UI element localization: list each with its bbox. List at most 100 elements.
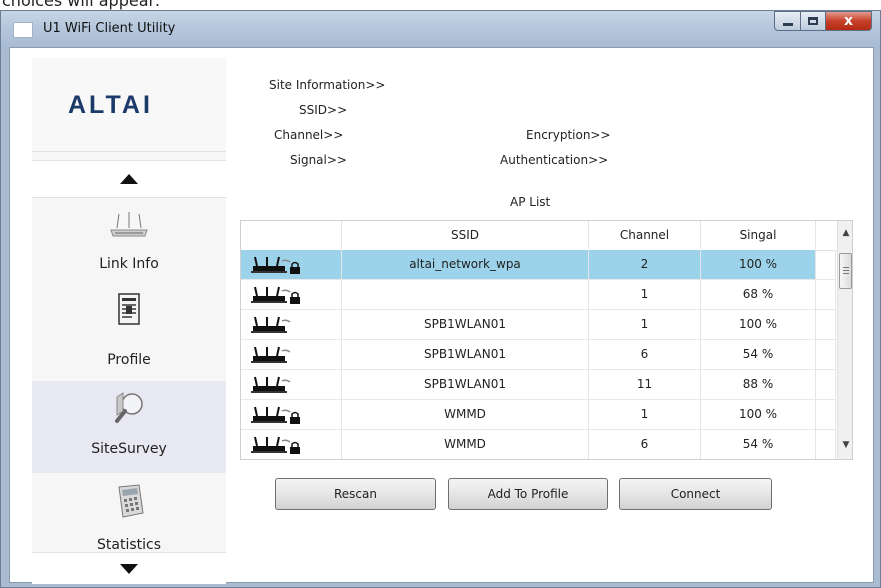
padding-cell (816, 370, 836, 399)
router-cell (241, 340, 342, 369)
ssid-label: SSID>> (299, 103, 348, 117)
sidebar-item-link-info[interactable]: Link Info (32, 196, 226, 288)
channel-cell: 1 (589, 400, 701, 429)
maximize-button[interactable] (800, 11, 826, 31)
sidebar: ALTAI Link Info Profile SiteSurvey Stati… (32, 58, 226, 584)
router-lock-icon (251, 406, 300, 424)
encryption-label: Encryption>> (526, 128, 611, 142)
close-button[interactable]: x (825, 11, 872, 31)
router-glyph-part (281, 259, 291, 263)
nav-scroll-down-button[interactable] (32, 552, 226, 584)
channel-label: Channel>> (274, 128, 344, 142)
channel-cell: 1 (589, 310, 701, 339)
sidebar-item-sitesurvey[interactable]: SiteSurvey (32, 381, 226, 473)
connect-button[interactable]: Connect (619, 478, 772, 510)
maximize-icon (808, 17, 818, 25)
grip-line (843, 273, 849, 274)
router-icon (251, 346, 291, 363)
signal-cell: 100 % (701, 400, 816, 429)
router-glyph-part (254, 316, 258, 327)
padding-cell (816, 280, 836, 309)
signal-label: Signal>> (290, 153, 347, 167)
sidebar-item-profile[interactable]: Profile (32, 288, 226, 380)
triangle-down-icon (120, 564, 138, 574)
magnifier-icon (115, 392, 143, 423)
router-cell (241, 370, 342, 399)
router-glyph-part (281, 439, 291, 443)
padding-cell (816, 340, 836, 369)
scroll-up-arrow-icon[interactable]: ▲ (838, 225, 852, 241)
scroll-down-arrow-icon[interactable]: ▼ (838, 437, 852, 453)
router-cell (241, 310, 342, 339)
document-icon (118, 293, 140, 325)
add-to-profile-button[interactable]: Add To Profile (448, 478, 608, 510)
app-window: U1 WiFi Client Utility x ALTAI Link Info… (0, 10, 881, 588)
site-information-heading: Site Information>> (269, 78, 386, 92)
sidebar-item-label: SiteSurvey (91, 441, 167, 457)
rescan-button[interactable]: Rescan (275, 478, 436, 510)
signal-cell: 88 % (701, 370, 816, 399)
ssid-cell: SPB1WLAN01 (342, 340, 589, 369)
lock-icon (290, 291, 300, 304)
ap-list-table: SSID Channel Singal altai_network_wpa 2 … (240, 220, 853, 460)
padding-cell (816, 430, 836, 459)
router-glyph-part (281, 349, 291, 353)
lock-icon (290, 441, 300, 454)
table-row[interactable]: SPB1WLAN01 6 54 % (241, 340, 836, 370)
router-glyph-part (254, 436, 258, 447)
table-row[interactable]: 1 68 % (241, 280, 836, 310)
router-icon (251, 376, 291, 393)
router-glyph-part (251, 331, 287, 333)
router-glyph-part (254, 256, 258, 267)
router-glyph-part (276, 376, 280, 387)
router-glyph-part (254, 346, 258, 357)
calculator-icon (118, 484, 144, 518)
router-glyph-part (251, 301, 287, 303)
ssid-cell (342, 280, 589, 309)
router-glyph-part (254, 406, 258, 417)
table-row[interactable]: WMMD 6 54 % (241, 430, 836, 459)
column-header-channel[interactable]: Channel (589, 221, 701, 250)
router-glyph-part (276, 406, 280, 417)
grip-line (843, 267, 849, 268)
triangle-up-icon (120, 174, 138, 184)
channel-cell: 11 (589, 370, 701, 399)
sidebar-item-label: Link Info (99, 256, 159, 272)
table-row[interactable]: SPB1WLAN01 1 100 % (241, 310, 836, 340)
sidebar-item-label: Profile (107, 352, 151, 368)
client-area: ALTAI Link Info Profile SiteSurvey Stati… (9, 47, 874, 584)
signal-cell: 100 % (701, 250, 816, 279)
table-row[interactable]: WMMD 1 100 % (241, 400, 836, 430)
altai-logo: ALTAI (68, 91, 153, 119)
table-scrollbar[interactable]: ▲ ▼ (837, 221, 852, 459)
router-glyph-part (276, 316, 280, 327)
minimize-button[interactable] (774, 11, 801, 31)
router-glyph-part (254, 376, 258, 387)
router-glyph-part (276, 286, 280, 297)
nav-scroll-up-button[interactable] (32, 160, 226, 198)
padding-cell (816, 250, 836, 279)
signal-cell: 68 % (701, 280, 816, 309)
table-row[interactable]: altai_network_wpa 2 100 % (241, 250, 836, 280)
router-glyph-part (251, 421, 287, 423)
column-header-signal[interactable]: Singal (701, 221, 816, 250)
signal-cell: 54 % (701, 430, 816, 459)
lock-icon (290, 411, 300, 424)
router-icon (110, 212, 148, 237)
ssid-cell: SPB1WLAN01 (342, 370, 589, 399)
router-glyph-part (281, 409, 291, 413)
ap-list-title: AP List (510, 195, 551, 209)
table-row[interactable]: SPB1WLAN01 11 88 % (241, 370, 836, 400)
title-bar[interactable]: U1 WiFi Client Utility x (1, 11, 880, 49)
channel-cell: 6 (589, 430, 701, 459)
router-glyph-part (276, 436, 280, 447)
scroll-thumb[interactable] (839, 253, 852, 289)
padding-cell (816, 310, 836, 339)
router-glyph-part (251, 451, 287, 453)
router-glyph-part (276, 256, 280, 267)
column-header-ssid[interactable]: SSID (342, 221, 589, 250)
logo-panel: ALTAI (32, 58, 226, 152)
caption-buttons: x (774, 11, 872, 33)
router-glyph-part (281, 379, 291, 383)
router-icon (251, 316, 291, 333)
